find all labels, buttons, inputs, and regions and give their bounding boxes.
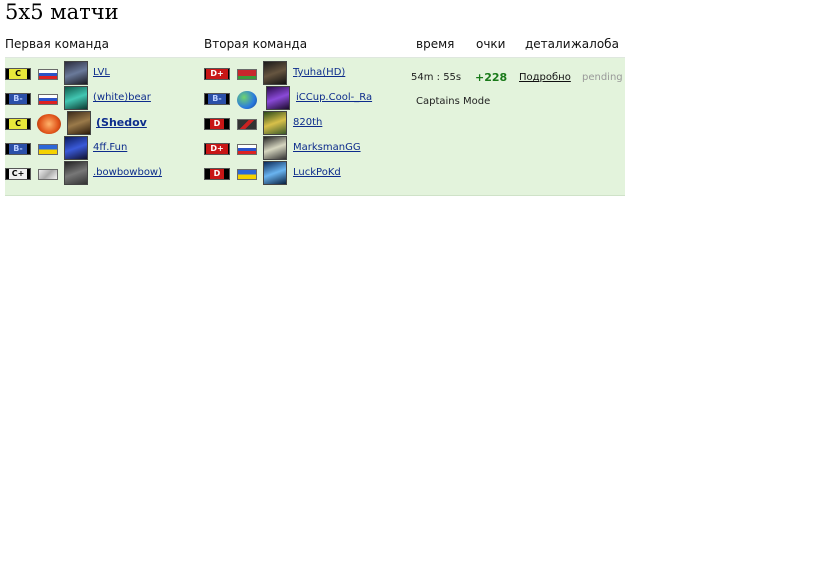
match-row: C LVL B- (white)bear C (Shedov B- 4ff.Fu… bbox=[5, 58, 625, 196]
complaint-status: pending bbox=[582, 72, 623, 83]
player-link[interactable]: .bowbowbow) bbox=[93, 167, 162, 179]
hero-portrait-icon bbox=[67, 111, 91, 135]
globe-icon bbox=[237, 91, 257, 109]
hero-portrait-icon bbox=[64, 136, 88, 160]
rank-badge: C bbox=[5, 118, 31, 130]
russia-flag-icon bbox=[237, 144, 257, 155]
hero-portrait-icon bbox=[64, 61, 88, 85]
rank-badge: D+ bbox=[204, 143, 230, 155]
player-link[interactable]: Tyuha(HD) bbox=[293, 67, 345, 79]
hero-portrait-icon bbox=[64, 86, 88, 110]
hero-portrait-icon bbox=[266, 86, 290, 110]
column-header-complaint: жалоба bbox=[571, 37, 619, 51]
team1-player-row: C+ .bowbowbow) bbox=[5, 161, 195, 186]
player-link[interactable]: MarksmanGG bbox=[293, 142, 361, 154]
rank-badge: D+ bbox=[204, 68, 230, 80]
ukraine-flag-icon bbox=[38, 144, 58, 155]
team2-player-row: D 820th bbox=[204, 111, 404, 136]
team1-player-row: C (Shedov bbox=[5, 111, 195, 136]
page-title: 5x5 матчи bbox=[5, 0, 119, 24]
player-link[interactable]: LuckPoKd bbox=[293, 167, 341, 179]
match-time: 54m : 55s bbox=[411, 72, 462, 83]
column-header-team1: Первая команда bbox=[5, 37, 109, 51]
player-link[interactable]: (Shedov bbox=[96, 117, 147, 129]
player-link[interactable]: 4ff.Fun bbox=[93, 142, 127, 154]
details-link[interactable]: Подробно bbox=[519, 72, 571, 84]
rank-badge: B- bbox=[5, 143, 31, 155]
team1-player-row: C LVL bbox=[5, 61, 195, 86]
ukraine-flag-icon bbox=[237, 169, 257, 180]
player-link[interactable]: iCCup.Cool-_Ra bbox=[296, 92, 372, 104]
no-flag-icon bbox=[38, 169, 58, 180]
rank-badge: B- bbox=[204, 93, 230, 105]
column-header-points: очки bbox=[476, 37, 506, 51]
match-points: +228 bbox=[475, 71, 508, 84]
player-link[interactable]: (white)bear bbox=[93, 92, 151, 104]
column-header-team2: Вторая команда bbox=[204, 37, 308, 51]
unknown-flag-icon bbox=[237, 119, 257, 130]
rank-badge: C bbox=[5, 68, 31, 80]
game-mode: Captains Mode bbox=[416, 96, 491, 107]
belarus-flag-icon bbox=[237, 69, 257, 80]
rank-badge: C+ bbox=[5, 168, 31, 180]
rank-badge: D bbox=[204, 118, 230, 130]
column-header-time: время bbox=[416, 37, 455, 51]
team2-player-row: D+ MarksmanGG bbox=[204, 136, 404, 161]
hero-portrait-icon bbox=[263, 161, 287, 185]
player-link[interactable]: 820th bbox=[293, 117, 322, 129]
russia-flag-icon bbox=[38, 94, 58, 105]
team1-player-row: B- 4ff.Fun bbox=[5, 136, 195, 161]
team2-player-row: B- iCCup.Cool-_Ra bbox=[204, 86, 404, 111]
hero-portrait-icon bbox=[263, 61, 287, 85]
hero-portrait-icon bbox=[263, 136, 287, 160]
russia-flag-icon bbox=[38, 69, 58, 80]
team1-player-row: B- (white)bear bbox=[5, 86, 195, 111]
column-header-details: детали bbox=[525, 37, 571, 51]
player-link[interactable]: LVL bbox=[93, 67, 110, 79]
rank-badge: B- bbox=[5, 93, 31, 105]
team2-player-row: D+ Tyuha(HD) bbox=[204, 61, 404, 86]
hero-portrait-icon bbox=[64, 161, 88, 185]
hero-portrait-icon bbox=[263, 111, 287, 135]
clan-emblem-icon bbox=[37, 114, 61, 134]
team2-player-row: D LuckPoKd bbox=[204, 161, 404, 186]
rank-badge: D bbox=[204, 168, 230, 180]
